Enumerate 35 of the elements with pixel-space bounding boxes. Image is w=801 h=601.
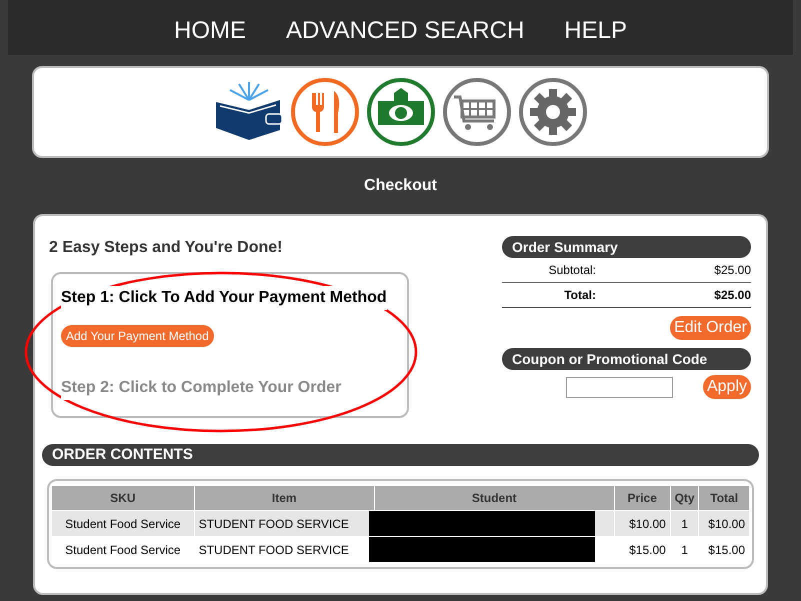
column-header: Student [374, 486, 614, 510]
coupon-field[interactable] [566, 376, 673, 398]
steps-heading: 2 Easy Steps and You're Done! [49, 238, 284, 258]
table-cell-text: 1 [680, 542, 689, 558]
page-title: Checkout [364, 176, 437, 196]
table-cell-text: STUDENT FOOD SERVICE [198, 516, 350, 532]
column-header: Qty [670, 486, 698, 510]
book-wallet-icon[interactable] [214, 82, 284, 142]
summary-value: $25.00 [713, 262, 751, 279]
fork-knife-icon[interactable] [290, 77, 360, 147]
column-header: Total [699, 486, 749, 510]
table-cell-text: 1 [680, 516, 689, 532]
table-cell-text: STUDENT FOOD SERVICE [198, 542, 350, 558]
table-cell-text: $15.00 [628, 542, 667, 558]
banknote-icon[interactable] [366, 77, 436, 147]
cart-icon[interactable] [442, 77, 512, 147]
summary-label: Subtotal: [548, 262, 596, 279]
table-cell-text: $15.00 [707, 542, 746, 558]
column-header: Item [194, 486, 374, 510]
table-cell-text: Student Food Service [64, 542, 182, 558]
column-header: SKU [52, 486, 194, 510]
nav-link[interactable]: HELP [564, 12, 627, 48]
order-contents-header: ORDER CONTENTS [42, 444, 759, 466]
column-header: Price [614, 486, 670, 510]
nav-link[interactable]: HOME [174, 12, 246, 48]
step-title: Step 1: Click To Add Your Payment Method [61, 286, 387, 310]
coupon-header: Coupon or Promotional Code [502, 348, 751, 370]
summary-value: $25.00 [713, 287, 751, 304]
order-summary-header: Order Summary [502, 236, 751, 258]
table-cell-text: Student Food Service [64, 516, 182, 532]
table-cell-text: $10.00 [707, 516, 746, 532]
nav-link[interactable]: ADVANCED SEARCH [286, 12, 524, 48]
summary-label: Total: [563, 287, 596, 304]
table-cell-text: $10.00 [628, 516, 667, 532]
gear-icon[interactable] [518, 77, 588, 147]
